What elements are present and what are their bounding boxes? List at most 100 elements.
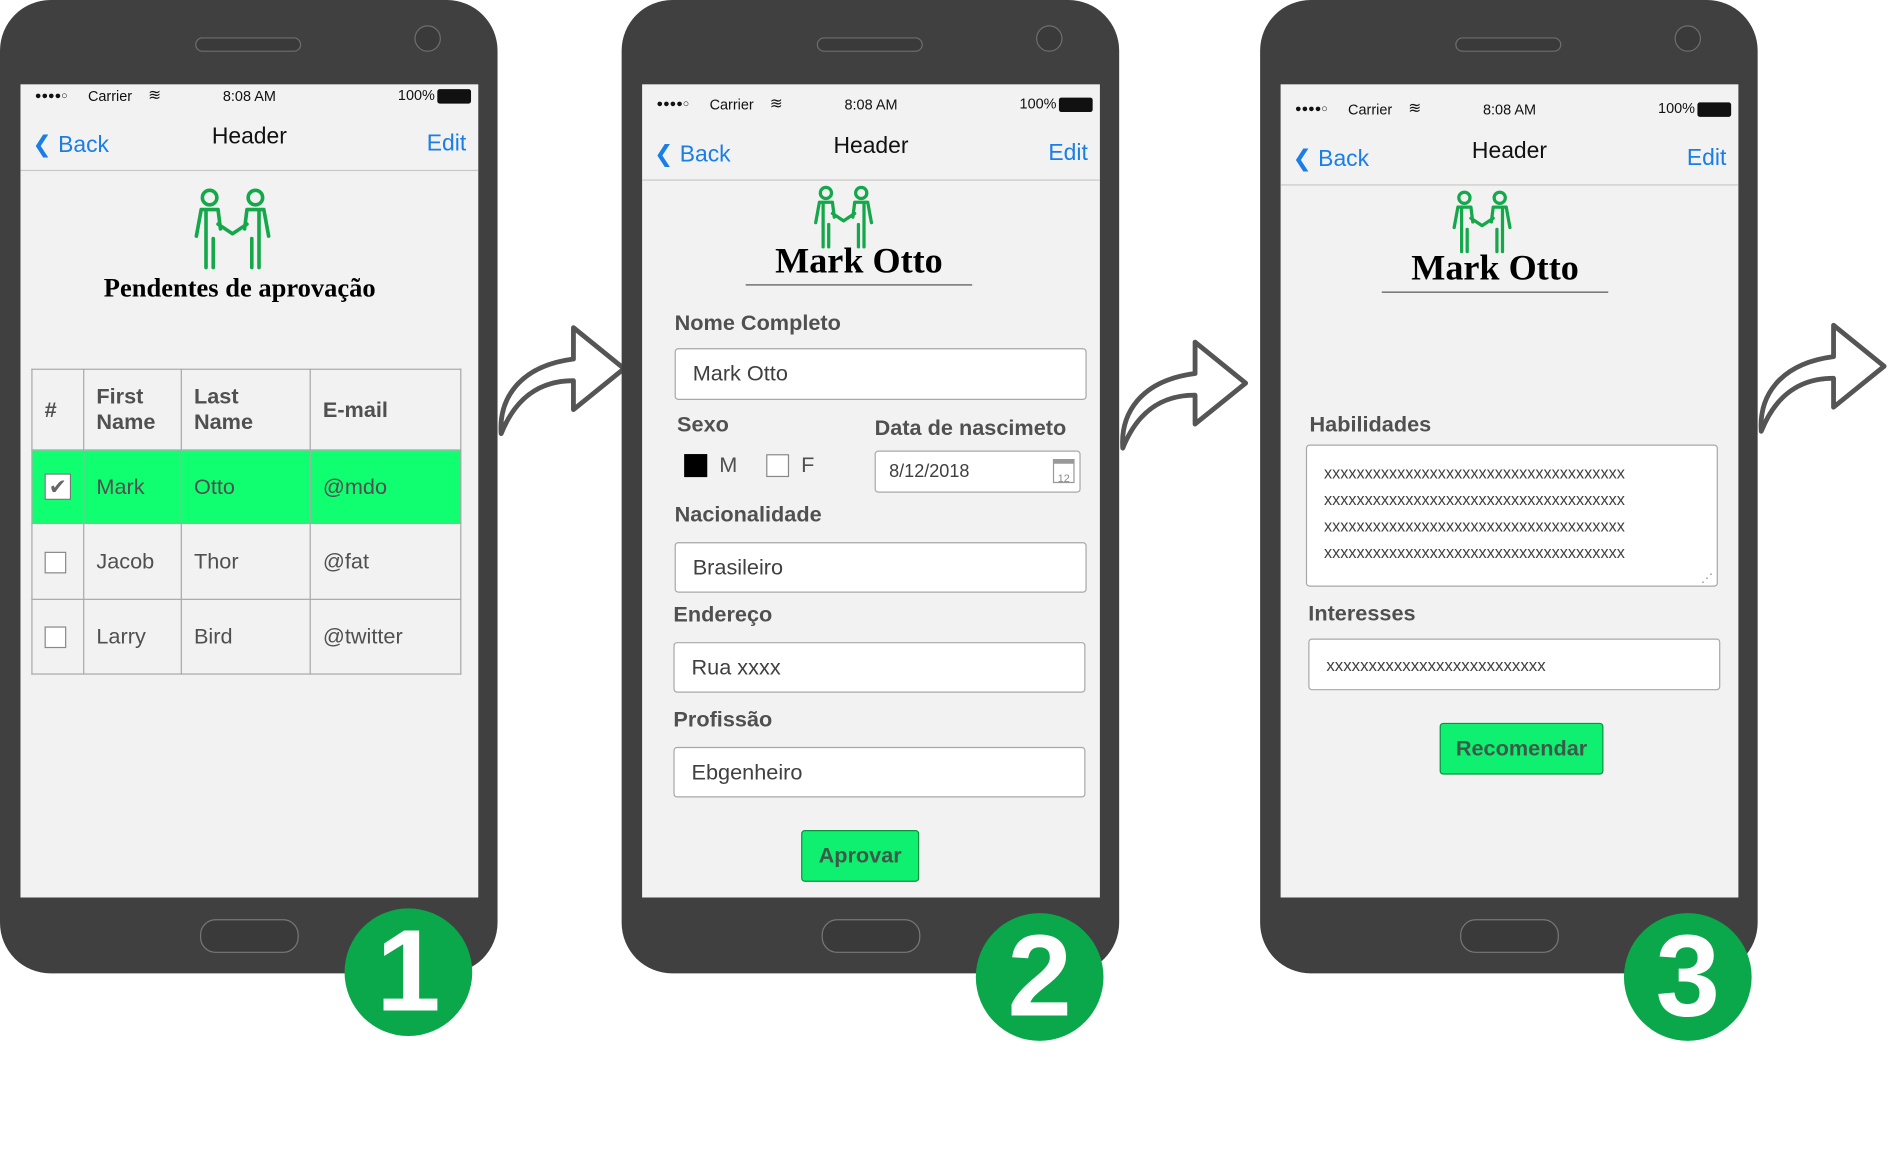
navbar: ❮ Back Header Edit [1280,131,1739,186]
battery-percent: 100% [1658,99,1696,117]
curved-arrow-right-icon [1120,339,1249,451]
cell-last-name: Otto [180,449,311,525]
navbar: ❮ Back Header Edit [20,117,479,172]
interesses-field[interactable]: xxxxxxxxxxxxxxxxxxxxxxxxxx [1308,638,1721,691]
sexo-f-label: F [801,452,815,478]
profissao-field[interactable]: Ebgenheiro [673,746,1086,798]
row-select-cell[interactable] [31,522,85,600]
nav-title: Header [833,133,909,160]
battery-icon [437,89,472,104]
speaker [195,37,302,52]
radio-f[interactable] [766,454,790,478]
checkbox[interactable] [44,551,67,574]
profissao-label: Profissão [673,707,773,732]
sexo-m-label: M [719,452,738,478]
nacionalidade-label: Nacionalidade [674,502,822,527]
sexo-m-option[interactable]: M [684,453,737,478]
row-select-cell[interactable]: ✔ [31,449,85,525]
calendar-icon-day: 12 [1057,472,1070,485]
storyboard: ●●●●○ Carrier ≋ 8:08 AM 100% ❮ Back Head… [0,0,1889,1158]
step-badge-2: 2 [975,913,1104,1041]
habilidades-line: xxxxxxxxxxxxxxxxxxxxxxxxxxxxxxxxxxxxx [1323,490,1625,509]
handshake-people-icon [1452,190,1512,254]
sexo-f-option[interactable]: F [766,453,814,478]
aprovar-button[interactable]: Aprovar [801,830,920,882]
calendar-icon[interactable]: 12 [1052,458,1075,485]
status-bar: ●●●●○ Carrier ≋ 8:08 AM 100% [20,86,478,110]
screen-1: ●●●●○ Carrier ≋ 8:08 AM 100% ❮ Back Head… [20,84,479,898]
camera [1036,25,1063,52]
camera [414,25,441,52]
nome-label: Nome Completo [674,310,841,335]
nav-title: Header [1471,138,1548,164]
battery-percent: 100% [1019,95,1057,113]
speaker [1455,37,1562,52]
nacionalidade-field[interactable]: Brasileiro [674,542,1087,593]
col-header-email: E-mail [309,368,462,451]
home-button[interactable] [199,919,299,953]
habilidades-line: xxxxxxxxxxxxxxxxxxxxxxxxxxxxxxxxxxxxx [1323,463,1625,482]
screen-2: ●●●●○ Carrier ≋ 8:08 AM 100% ❮ Back Head… [642,84,1100,898]
habilidades-label: Habilidades [1309,412,1432,437]
step-badge-1: 1 [344,908,473,1037]
battery-icon [1697,102,1732,117]
speaker [816,37,923,52]
nome-field[interactable]: Mark Otto [674,348,1087,400]
screen-3: ●●●●○ Carrier ≋ 8:08 AM 100% ❮ Back Head… [1280,84,1739,898]
pending-table: # First Name Last Name E-mail ✔ Mark Ott… [31,368,462,675]
edit-button[interactable]: Edit [1687,146,1726,173]
profile-name: Mark Otto [745,241,973,286]
cell-last-name: Bird [180,598,311,675]
row-select-cell[interactable] [31,598,85,675]
cell-first-name: Larry [83,598,182,675]
table-row[interactable]: Larry Bird @twitter [31,598,462,675]
handshake-people-icon [194,188,271,270]
profile-name: Mark Otto [1381,248,1609,293]
table-row[interactable]: Jacob Thor @fat [31,522,462,600]
status-bar: ●●●●○ Carrier ≋ 8:08 AM 100% [1281,99,1739,123]
edit-button[interactable]: Edit [1048,141,1087,168]
home-button[interactable] [821,919,921,953]
phone-2: ●●●●○ Carrier ≋ 8:08 AM 100% ❮ Back Head… [621,0,1120,974]
status-bar: ●●●●○ Carrier ≋ 8:08 AM 100% [642,94,1100,118]
battery-icon [1058,97,1093,113]
home-button[interactable] [1460,919,1559,953]
checkbox[interactable] [44,626,67,649]
data-nascimento-value: 8/12/2018 [889,461,970,482]
step-badge-3: 3 [1623,913,1752,1041]
endereco-field[interactable]: Rua xxxx [673,642,1086,693]
phone-1: ●●●●○ Carrier ≋ 8:08 AM 100% ❮ Back Head… [0,0,498,974]
sexo-label: Sexo [677,412,729,437]
cell-email: @twitter [309,598,462,675]
navbar: ❮ Back Header Edit [642,126,1100,181]
nav-title: Header [211,124,287,150]
checked-checkbox[interactable]: ✔ [44,473,72,501]
resize-handle-icon[interactable]: ⋰ [1701,573,1713,585]
habilidades-textarea[interactable]: xxxxxxxxxxxxxxxxxxxxxxxxxxxxxxxxxxxxx xx… [1305,444,1718,587]
cell-email: @mdo [309,449,462,525]
edit-button[interactable]: Edit [427,131,466,158]
table-row[interactable]: ✔ Mark Otto @mdo [31,449,462,525]
cell-email: @fat [309,522,462,600]
col-header-index: # [31,368,85,451]
col-header-first-name: First Name [83,368,182,451]
habilidades-line: xxxxxxxxxxxxxxxxxxxxxxxxxxxxxxxxxxxxx [1323,516,1625,535]
radio-m-checked[interactable] [684,454,708,478]
data-nascimento-field[interactable]: 8/12/2018 12 [874,450,1081,493]
battery-percent: 100% [397,86,435,104]
page-title: Pendentes de aprovação [103,272,376,303]
interesses-label: Interesses [1308,601,1416,626]
cell-first-name: Mark [83,449,182,525]
phone-3: ●●●●○ Carrier ≋ 8:08 AM 100% ❮ Back Head… [1260,0,1758,974]
curved-arrow-right-icon [1758,322,1887,434]
cell-last-name: Thor [180,522,311,600]
endereco-label: Endereço [673,602,773,627]
data-nascimento-label: Data de nascimeto [874,415,1067,440]
cell-first-name: Jacob [83,522,182,600]
col-header-last-name: Last Name [180,368,311,451]
recomendar-button[interactable]: Recomendar [1439,722,1604,775]
curved-arrow-right-icon [498,325,627,437]
habilidades-line: xxxxxxxxxxxxxxxxxxxxxxxxxxxxxxxxxxxxx [1323,543,1625,562]
table-header-row: # First Name Last Name E-mail [31,368,462,451]
camera [1674,25,1702,52]
